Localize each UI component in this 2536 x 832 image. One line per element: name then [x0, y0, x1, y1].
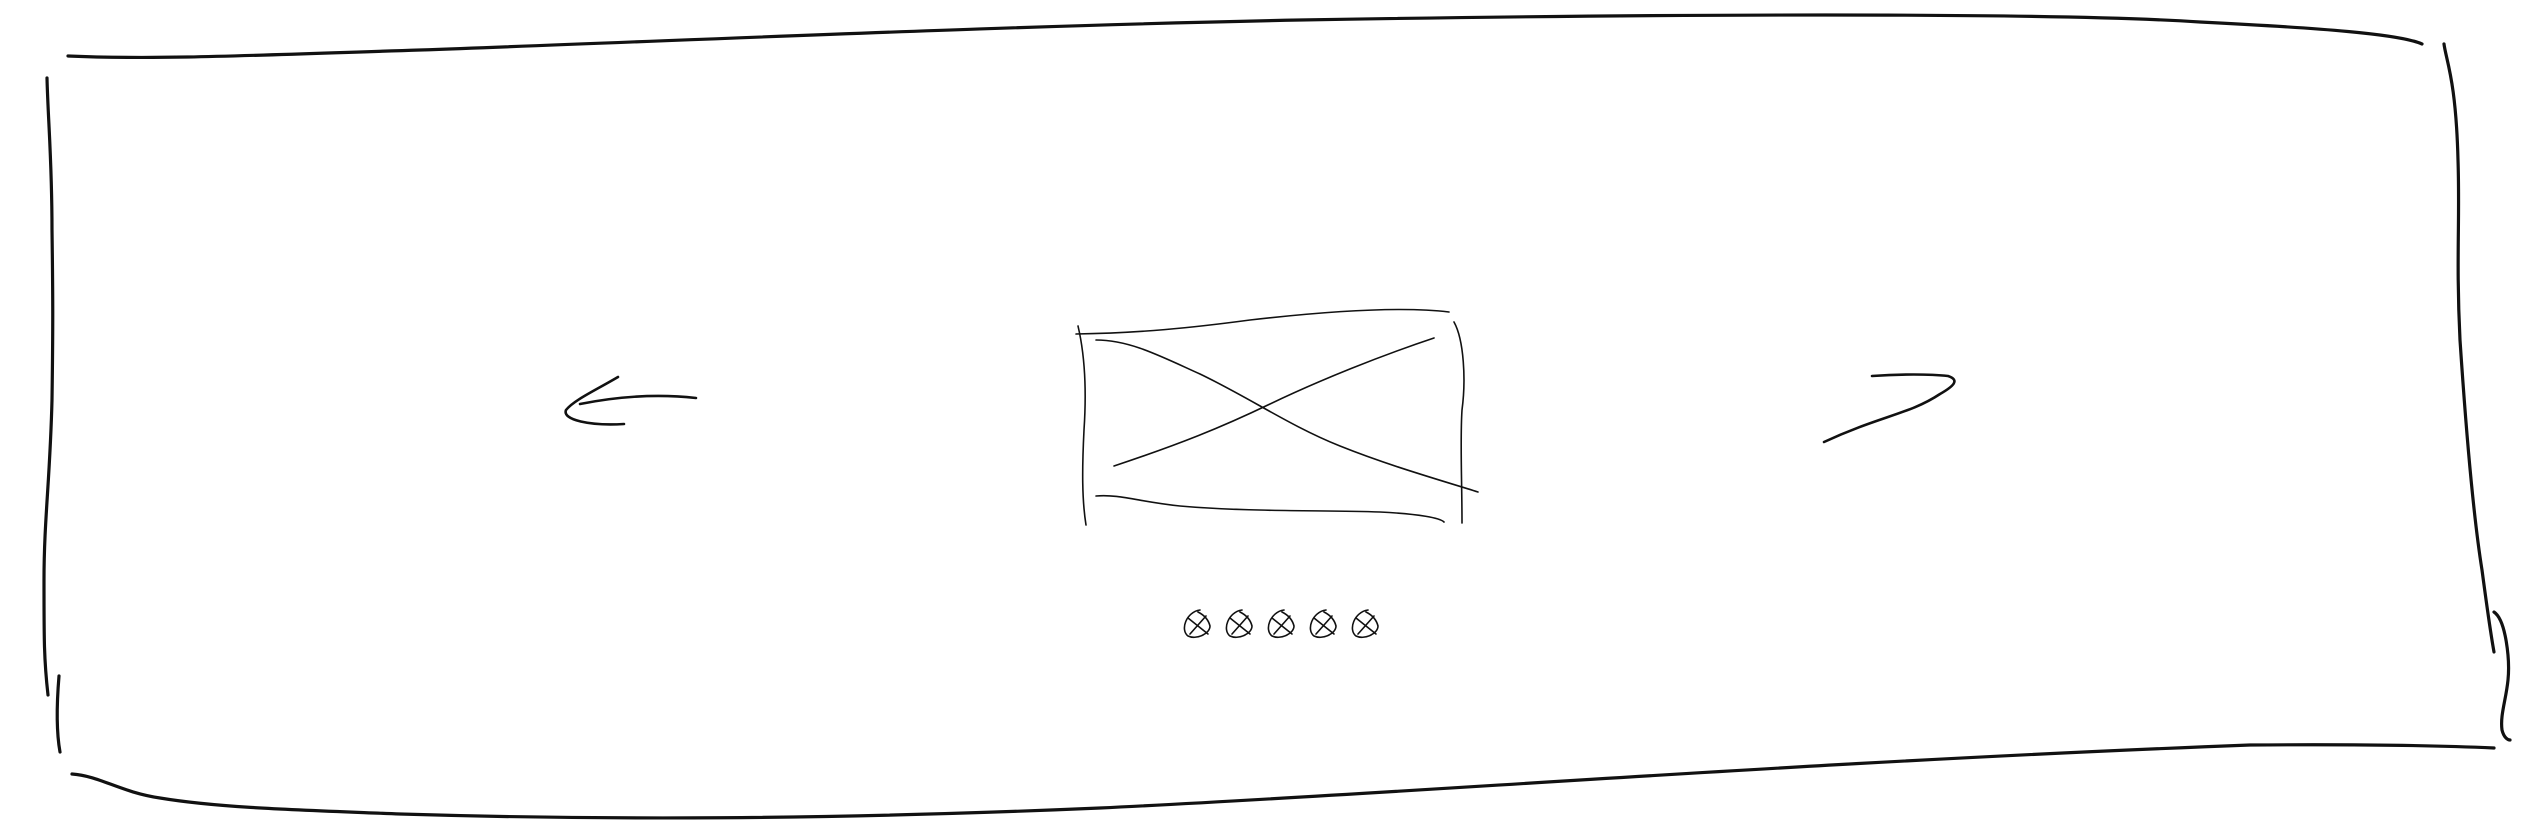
prev-arrow-button[interactable]	[564, 375, 698, 426]
pagination-dot[interactable]	[1267, 609, 1295, 639]
pagination-dots	[1183, 609, 1379, 639]
arrow-right-icon	[1822, 373, 1956, 444]
frame-right-edge	[2442, 42, 2496, 654]
crossed-circle-icon	[1183, 609, 1211, 639]
slide-image	[1075, 308, 1479, 526]
pagination-dot[interactable]	[1309, 609, 1337, 639]
crossed-circle-icon	[1267, 609, 1295, 639]
pagination-dot[interactable]	[1183, 609, 1211, 639]
frame-right-lower-stroke	[2492, 610, 2512, 742]
crossed-circle-icon	[1309, 609, 1337, 639]
frame-left-lower-stroke	[55, 674, 62, 754]
crossed-circle-icon	[1225, 609, 1253, 639]
frame-left-edge	[42, 76, 55, 697]
frame-top-edge	[66, 13, 2424, 60]
pagination-dot[interactable]	[1225, 609, 1253, 639]
carousel-wireframe	[42, 13, 2512, 820]
carousel-container	[42, 13, 2512, 820]
crossed-circle-icon	[1351, 609, 1379, 639]
frame-bottom-edge	[70, 743, 2496, 820]
image-placeholder-icon	[1075, 308, 1479, 526]
arrow-left-icon	[564, 375, 698, 426]
pagination-dot[interactable]	[1351, 609, 1379, 639]
next-arrow-button[interactable]	[1822, 373, 1956, 444]
